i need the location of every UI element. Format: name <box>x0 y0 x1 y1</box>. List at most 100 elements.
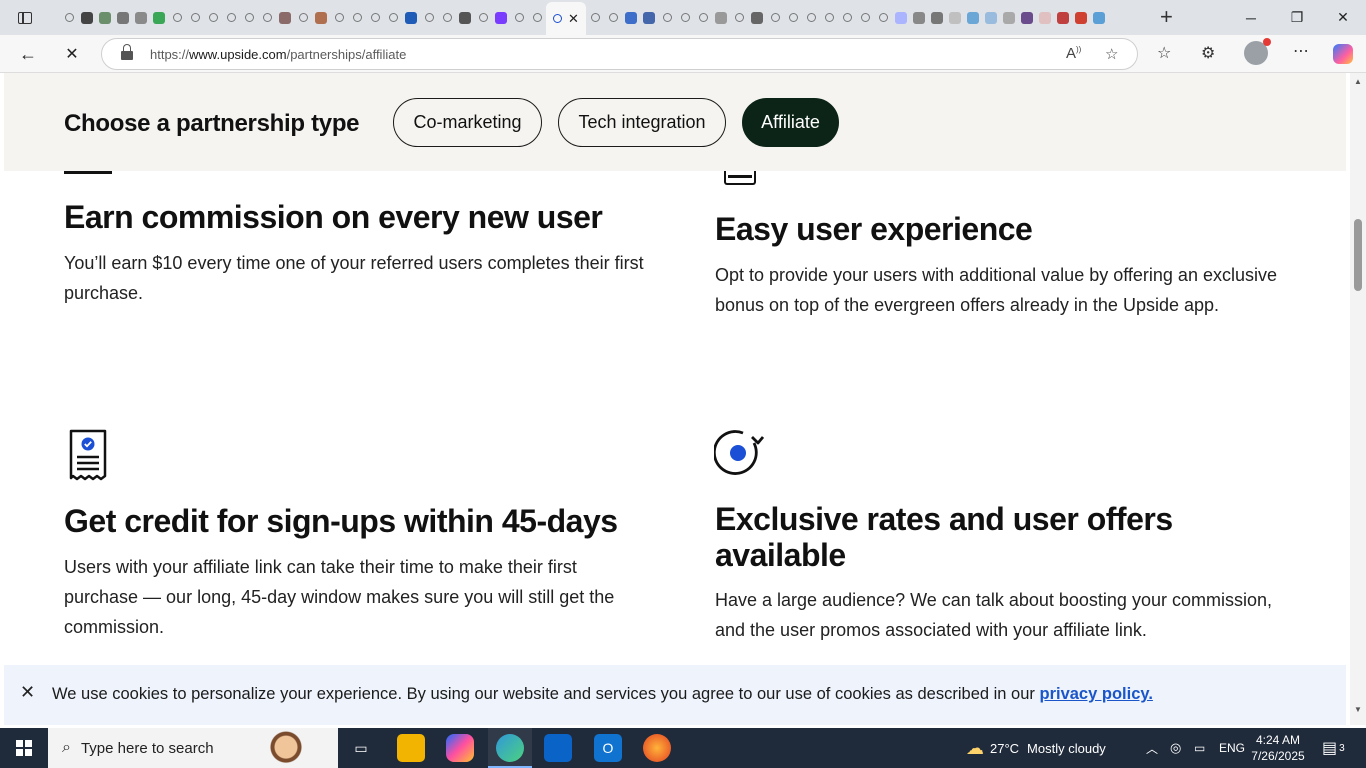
scrollbar-thumb[interactable] <box>1354 219 1362 291</box>
show-hidden-icons-button[interactable]: ︿ <box>1146 728 1158 768</box>
browser-tab[interactable] <box>204 0 222 35</box>
browser-tab[interactable] <box>802 0 820 35</box>
copilot-app-icon[interactable] <box>446 734 474 762</box>
browser-tab[interactable] <box>366 0 384 35</box>
affiliate-button[interactable]: Affiliate <box>742 98 839 147</box>
browser-tab[interactable] <box>604 0 622 35</box>
browser-tab[interactable] <box>1072 0 1090 35</box>
scroll-up-arrow[interactable]: ▲ <box>1354 77 1362 86</box>
network-icon[interactable]: ◎ <box>1170 728 1181 768</box>
browser-tab[interactable] <box>892 0 910 35</box>
outlook-icon[interactable]: O <box>594 734 622 762</box>
file-explorer-icon[interactable] <box>397 734 425 762</box>
browser-tab[interactable] <box>312 0 330 35</box>
browser-tab[interactable] <box>492 0 510 35</box>
browser-tab[interactable] <box>1018 0 1036 35</box>
browser-tab[interactable] <box>510 0 528 35</box>
browser-tab[interactable] <box>640 0 658 35</box>
profile-avatar[interactable] <box>1244 38 1271 65</box>
browser-tab[interactable] <box>528 0 546 35</box>
close-tab-icon[interactable]: ✕ <box>568 11 579 27</box>
browser-tab[interactable] <box>258 0 276 35</box>
new-tab-button[interactable]: + <box>1160 4 1173 30</box>
browser-tab[interactable] <box>910 0 928 35</box>
browser-tab[interactable] <box>114 0 132 35</box>
clock-date: 7/26/2025 <box>1251 749 1305 763</box>
favorite-star-icon[interactable]: ☆ <box>1105 45 1118 63</box>
browser-tab[interactable] <box>856 0 874 35</box>
browser-tab[interactable] <box>982 0 1000 35</box>
co-marketing-button[interactable]: Co-marketing <box>393 98 542 147</box>
browser-tab[interactable] <box>222 0 240 35</box>
browser-tab[interactable] <box>168 0 186 35</box>
browser-tab[interactable] <box>586 0 604 35</box>
browser-tab[interactable] <box>676 0 694 35</box>
browser-tab[interactable] <box>456 0 474 35</box>
browser-tab[interactable] <box>784 0 802 35</box>
favorites-icon[interactable]: ☆ <box>1157 43 1171 63</box>
stop-loading-button[interactable]: ✕ <box>58 41 86 67</box>
browser-tab[interactable] <box>276 0 294 35</box>
close-window-button[interactable]: ✕ <box>1320 0 1366 35</box>
search-favicon-icon <box>64 13 74 22</box>
microsoft-store-icon[interactable] <box>544 734 572 762</box>
battery-icon[interactable]: ▭ <box>1194 728 1205 768</box>
taskbar-search[interactable]: ⌕ Type here to search <box>48 728 338 768</box>
browser-tab[interactable] <box>132 0 150 35</box>
browser-tab[interactable] <box>96 0 114 35</box>
browser-tab[interactable] <box>658 0 676 35</box>
browser-tab[interactable] <box>348 0 366 35</box>
tab-actions-button[interactable] <box>0 0 50 35</box>
privacy-policy-link[interactable]: privacy policy. <box>1040 685 1153 703</box>
browser-tab[interactable] <box>1090 0 1108 35</box>
minimize-button[interactable]: ─ <box>1228 0 1274 35</box>
browser-tab[interactable] <box>474 0 492 35</box>
browser-tab[interactable] <box>294 0 312 35</box>
browser-tab[interactable] <box>874 0 892 35</box>
browser-tab[interactable] <box>946 0 964 35</box>
browser-tab[interactable] <box>730 0 748 35</box>
browser-tab[interactable] <box>1036 0 1054 35</box>
browser-tab[interactable] <box>622 0 640 35</box>
read-aloud-icon[interactable]: A)) <box>1066 45 1081 62</box>
browser-tab[interactable] <box>820 0 838 35</box>
browser-tab[interactable] <box>438 0 456 35</box>
browser-tab[interactable] <box>240 0 258 35</box>
extensions-icon[interactable]: ⚙ <box>1201 43 1215 63</box>
back-button[interactable]: ← <box>14 41 42 67</box>
browser-tab[interactable] <box>712 0 730 35</box>
browser-tab[interactable] <box>78 0 96 35</box>
task-view-icon[interactable]: ▭ <box>347 734 375 762</box>
more-icon[interactable]: ⋯ <box>1293 41 1309 61</box>
start-button[interactable] <box>0 728 48 768</box>
browser-tab[interactable] <box>928 0 946 35</box>
tech-integration-button[interactable]: Tech integration <box>558 98 726 147</box>
browser-tab[interactable] <box>150 0 168 35</box>
notification-center-button[interactable]: ▤ 3 <box>1322 728 1345 768</box>
browser-tab[interactable] <box>384 0 402 35</box>
weather-widget[interactable]: ☁ 27°C Mostly cloudy <box>966 728 1106 768</box>
taskbar-clock[interactable]: 4:24 AM 7/26/2025 <box>1248 732 1308 764</box>
browser-tab[interactable] <box>420 0 438 35</box>
browser-tab[interactable] <box>1054 0 1072 35</box>
page-scrollbar[interactable]: ▲ ▼ <box>1350 73 1366 725</box>
browser-tab[interactable] <box>838 0 856 35</box>
restore-button[interactable]: ❐ <box>1274 0 1320 35</box>
browser-tab[interactable] <box>60 0 78 35</box>
browser-tab[interactable] <box>748 0 766 35</box>
language-indicator[interactable]: ENG <box>1219 728 1245 768</box>
browser-tab[interactable] <box>402 0 420 35</box>
close-cookie-banner-button[interactable]: ✕ <box>20 682 35 703</box>
browser-tab[interactable] <box>186 0 204 35</box>
browser-tab[interactable] <box>330 0 348 35</box>
active-tab[interactable]: ✕ <box>546 2 586 35</box>
browser-tab[interactable] <box>1000 0 1018 35</box>
browser-tab[interactable] <box>694 0 712 35</box>
scroll-down-arrow[interactable]: ▼ <box>1354 705 1362 714</box>
browser-tab[interactable] <box>964 0 982 35</box>
copilot-icon[interactable] <box>1333 44 1353 64</box>
firefox-icon[interactable] <box>643 734 671 762</box>
browser-tab[interactable] <box>766 0 784 35</box>
address-bar[interactable]: https://www.upside.com/partnerships/affi… <box>101 38 1138 70</box>
url-text[interactable]: https://www.upside.com/partnerships/affi… <box>150 47 406 62</box>
